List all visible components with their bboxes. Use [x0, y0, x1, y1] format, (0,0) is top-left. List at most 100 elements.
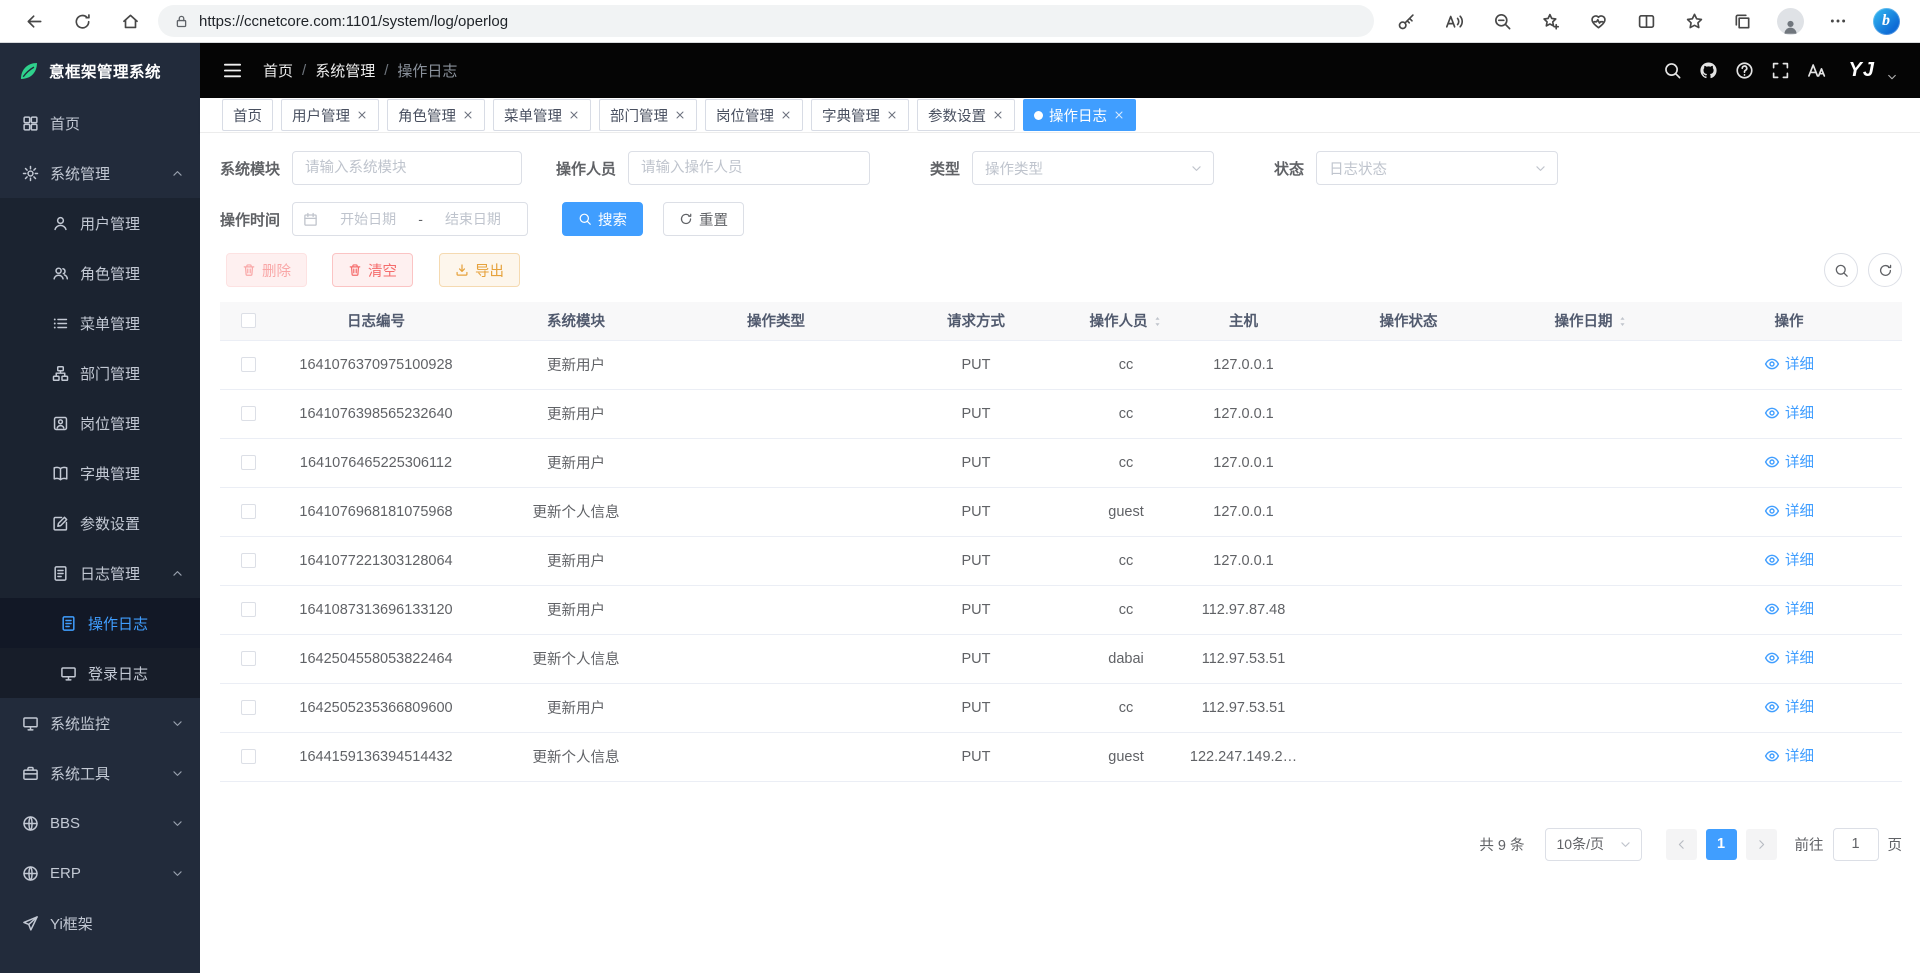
select-all-checkbox[interactable]	[241, 313, 256, 328]
browser-menu-button[interactable]	[1814, 2, 1862, 40]
tab-close-icon[interactable]	[568, 109, 580, 121]
sidebar-item-home[interactable]: 首页	[0, 98, 200, 148]
clear-button[interactable]: 清空	[332, 253, 413, 287]
row-checkbox[interactable]	[241, 700, 256, 715]
sidebar-item-menu-management[interactable]: 菜单管理	[0, 298, 200, 348]
detail-link[interactable]: 详细	[1764, 647, 1814, 668]
detail-link[interactable]: 详细	[1764, 598, 1814, 619]
tab-home[interactable]: 首页	[222, 99, 273, 131]
browser-refresh-button[interactable]	[58, 2, 106, 40]
search-button[interactable]: 搜索	[562, 202, 643, 236]
tab-dept-management[interactable]: 部门管理	[599, 99, 697, 131]
header-search-button[interactable]	[1663, 61, 1682, 80]
address-bar[interactable]: https://ccnetcore.com:1101/system/log/op…	[158, 5, 1374, 37]
detail-link[interactable]: 详细	[1764, 353, 1814, 374]
tab-user-management[interactable]: 用户管理	[281, 99, 379, 131]
detail-link[interactable]: 详细	[1764, 451, 1814, 472]
prev-page-button[interactable]	[1666, 829, 1697, 860]
split-screen-button[interactable]	[1622, 2, 1670, 40]
refresh-table-button[interactable]	[1868, 253, 1902, 287]
sort-icon[interactable]	[1617, 314, 1628, 329]
row-checkbox[interactable]	[241, 357, 256, 372]
read-aloud-button[interactable]	[1430, 2, 1478, 40]
row-checkbox[interactable]	[241, 602, 256, 617]
reset-button[interactable]: 重置	[663, 202, 744, 236]
user-menu-caret[interactable]	[1886, 71, 1898, 83]
sidebar-item-system-monitor[interactable]: 系统监控	[0, 698, 200, 748]
sidebar-item-system-management[interactable]: 系统管理	[0, 148, 200, 198]
export-button[interactable]: 导出	[439, 253, 520, 287]
tab-post-management[interactable]: 岗位管理	[705, 99, 803, 131]
row-checkbox[interactable]	[241, 651, 256, 666]
next-page-button[interactable]	[1746, 829, 1777, 860]
row-checkbox[interactable]	[241, 406, 256, 421]
toggle-search-button[interactable]	[1824, 253, 1858, 287]
collections-button[interactable]	[1718, 2, 1766, 40]
column-log-id[interactable]: 日志编号	[276, 302, 476, 340]
bing-chat-button[interactable]	[1862, 2, 1910, 40]
column-operator[interactable]: 操作人员	[1076, 302, 1176, 340]
tab-close-icon[interactable]	[356, 109, 368, 121]
profile-button[interactable]	[1766, 2, 1814, 40]
detail-link[interactable]: 详细	[1764, 696, 1814, 717]
zoom-button[interactable]	[1478, 2, 1526, 40]
sidebar-item-system-tools[interactable]: 系统工具	[0, 748, 200, 798]
tab-dict-management[interactable]: 字典管理	[811, 99, 909, 131]
status-select[interactable]: 日志状态	[1316, 151, 1558, 185]
browser-home-button[interactable]	[106, 2, 154, 40]
tab-menu-management[interactable]: 菜单管理	[493, 99, 591, 131]
sidebar-item-erp[interactable]: ERP	[0, 848, 200, 898]
sidebar-item-bbs[interactable]: BBS	[0, 798, 200, 848]
delete-button[interactable]: 删除	[226, 253, 307, 287]
detail-link[interactable]: 详细	[1764, 500, 1814, 521]
tab-operation-log[interactable]: 操作日志	[1023, 99, 1136, 131]
font-size-button[interactable]	[1807, 61, 1826, 80]
tab-close-icon[interactable]	[992, 109, 1004, 121]
sidebar-item-operation-log[interactable]: 操作日志	[0, 598, 200, 648]
password-manager-button[interactable]	[1382, 2, 1430, 40]
sidebar-item-role-management[interactable]: 角色管理	[0, 248, 200, 298]
tab-close-icon[interactable]	[1113, 109, 1125, 121]
user-avatar[interactable]: YJ	[1849, 59, 1875, 82]
sidebar-item-dept-management[interactable]: 部门管理	[0, 348, 200, 398]
sidebar-item-dict-management[interactable]: 字典管理	[0, 448, 200, 498]
column-op-status[interactable]: 操作状态	[1311, 302, 1506, 340]
column-module[interactable]: 系统模块	[476, 302, 676, 340]
sidebar-item-post-management[interactable]: 岗位管理	[0, 398, 200, 448]
sidebar-item-user-management[interactable]: 用户管理	[0, 198, 200, 248]
sidebar-item-log-management[interactable]: 日志管理	[0, 548, 200, 598]
row-checkbox[interactable]	[241, 553, 256, 568]
column-host[interactable]: 主机	[1176, 302, 1311, 340]
tab-close-icon[interactable]	[674, 109, 686, 121]
tab-close-icon[interactable]	[886, 109, 898, 121]
detail-link[interactable]: 详细	[1764, 745, 1814, 766]
page-size-select[interactable]: 10条/页	[1545, 828, 1642, 861]
date-range-picker[interactable]: 开始日期 - 结束日期	[292, 202, 528, 236]
sidebar-item-param-settings[interactable]: 参数设置	[0, 498, 200, 548]
sidebar-item-yi-framework[interactable]: Yi框架	[0, 898, 200, 948]
column-actions[interactable]: 操作	[1676, 302, 1902, 340]
sidebar-item-login-log[interactable]: 登录日志	[0, 648, 200, 698]
sort-icon[interactable]	[1152, 314, 1163, 329]
help-button[interactable]	[1735, 61, 1754, 80]
favorites-button[interactable]	[1670, 2, 1718, 40]
column-method[interactable]: 请求方式	[876, 302, 1076, 340]
tab-close-icon[interactable]	[780, 109, 792, 121]
row-checkbox[interactable]	[241, 749, 256, 764]
operator-input[interactable]	[628, 151, 870, 185]
module-input[interactable]	[292, 151, 522, 185]
github-button[interactable]	[1699, 61, 1718, 80]
tab-param-settings[interactable]: 参数设置	[917, 99, 1015, 131]
fullscreen-button[interactable]	[1771, 61, 1790, 80]
column-op-type[interactable]: 操作类型	[676, 302, 876, 340]
row-checkbox[interactable]	[241, 504, 256, 519]
row-checkbox[interactable]	[241, 455, 256, 470]
breadcrumb-operation-log[interactable]: 操作日志	[397, 60, 457, 81]
add-favorite-button[interactable]	[1526, 2, 1574, 40]
browser-back-button[interactable]	[10, 2, 58, 40]
tab-close-icon[interactable]	[462, 109, 474, 121]
column-op-date[interactable]: 操作日期	[1506, 302, 1676, 340]
breadcrumb-home[interactable]: 首页	[263, 60, 293, 81]
detail-link[interactable]: 详细	[1764, 549, 1814, 570]
goto-page-input[interactable]	[1833, 828, 1879, 861]
